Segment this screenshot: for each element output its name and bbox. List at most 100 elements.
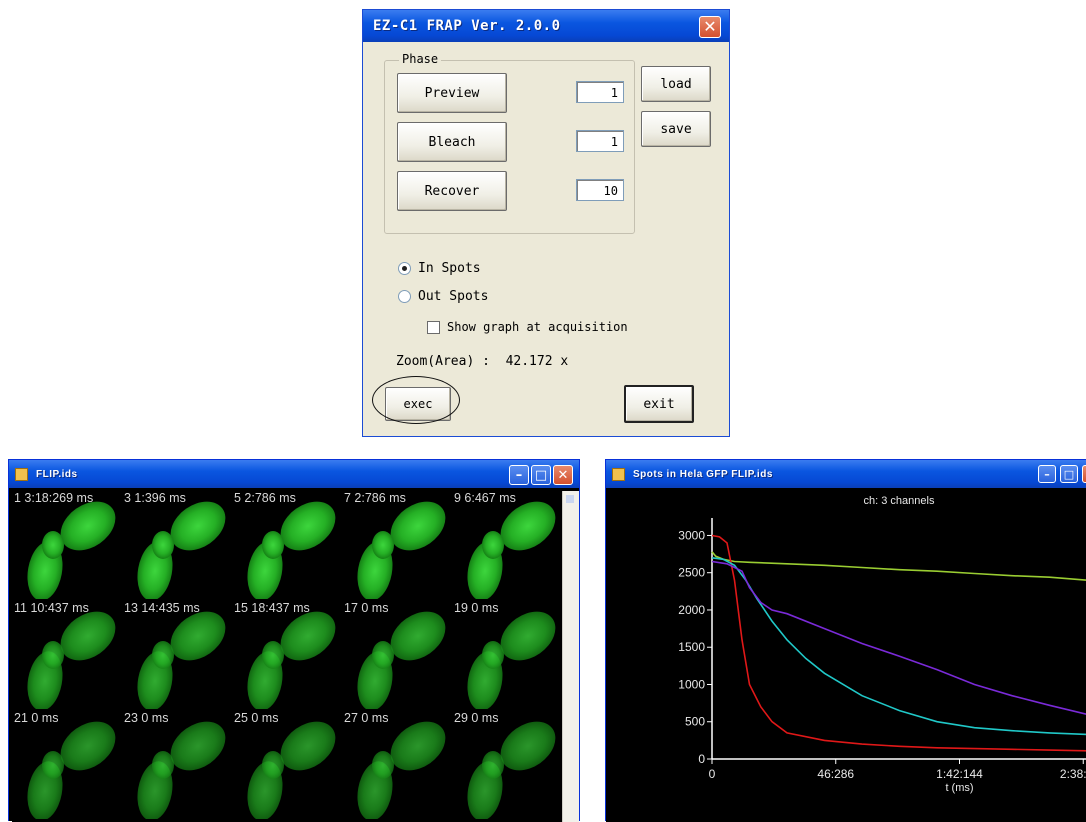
thumbnail-timestamp: 19 0 ms [454,601,499,615]
image-thumbnail[interactable]: 15 18:437 ms [232,601,342,709]
out-spots-label: Out Spots [418,289,489,304]
y-tick-label: 3000 [678,528,705,542]
preview-button[interactable]: Preview [397,73,507,113]
y-tick-label: 1000 [678,677,705,691]
x-tick-label: 0 [709,767,716,781]
radio-selected-icon [398,262,411,275]
cell-fluorescence [42,751,64,779]
image-thumbnail[interactable]: 13 14:435 ms [122,601,232,709]
thumbnail-timestamp: 1 3:18:269 ms [14,491,94,505]
y-tick-label: 2000 [678,603,705,617]
y-tick-label: 2500 [678,566,705,580]
y-tick-label: 0 [698,752,705,766]
flip-image-window: FLIP.ids – □ ✕ 1 3:18:269 ms 3 1:396 ms 5 … [8,459,580,822]
dialog-title: EZ-C1 FRAP Ver. 2.0.0 [373,18,561,34]
cell-fluorescence [372,641,394,669]
thumbnail-timestamp: 27 0 ms [344,711,389,725]
cell-fluorescence [152,531,174,559]
y-tick-label: 500 [685,715,705,729]
intensity-chart: ch: 3 channels 0 500 1000 1500 2000 2500 3000 0 4… [606,488,1086,822]
cell-fluorescence [152,641,174,669]
image-thumbnail[interactable]: 29 0 ms [452,711,562,819]
checkbox-icon [427,320,440,334]
cell-fluorescence [372,751,394,779]
image-thumbnail[interactable]: 23 0 ms [122,711,232,819]
cell-fluorescence [482,531,504,559]
thumbnail-timestamp: 21 0 ms [14,711,59,725]
cell-fluorescence [482,641,504,669]
image-thumbnail[interactable]: 27 0 ms [342,711,452,819]
exit-button[interactable]: exit [624,385,694,423]
recover-count-field[interactable]: 10 [576,179,624,201]
thumbnail-timestamp: 29 0 ms [454,711,499,725]
flip-titlebar[interactable]: FLIP.ids – □ ✕ [9,460,579,488]
thumbnail-timestamp: 3 1:396 ms [124,491,186,505]
in-spots-label: In Spots [418,261,481,276]
zoom-readout: Zoom(Area) : 42.172 x [396,354,569,369]
load-button[interactable]: load [641,66,711,102]
maximize-icon[interactable]: □ [1060,465,1078,483]
thumbnail-timestamp: 5 2:786 ms [234,491,296,505]
image-thumbnail[interactable]: 25 0 ms [232,711,342,819]
image-thumbnail[interactable]: 7 2:786 ms [342,491,452,599]
x-tick-label: 46:286 [817,767,854,781]
cell-fluorescence [42,531,64,559]
cell-fluorescence [262,531,284,559]
image-thumbnail[interactable]: 19 0 ms [452,601,562,709]
radio-unselected-icon [398,290,411,303]
cell-fluorescence [42,641,64,669]
close-icon[interactable]: ✕ [1082,465,1086,483]
maximize-icon[interactable]: □ [531,465,551,485]
image-thumbnail-grid: 1 3:18:269 ms 3 1:396 ms 5 2:786 ms 7 2:786… [12,491,563,822]
thumbnail-timestamp: 17 0 ms [344,601,389,615]
thumbnail-timestamp: 11 10:437 ms [14,601,89,615]
vertical-scrollbar[interactable] [562,491,579,822]
y-tick-label: 1500 [678,640,705,654]
spots-graph-window: Spots in Hela GFP FLIP.ids – □ ✕ ch: 3 c… [605,459,1086,822]
thumbnail-timestamp: 9 6:467 ms [454,491,516,505]
recover-button[interactable]: Recover [397,171,507,211]
bleach-count-field[interactable]: 1 [576,130,624,152]
minimize-icon[interactable]: – [509,465,529,485]
thumbnail-timestamp: 23 0 ms [124,711,169,725]
preview-count-field[interactable]: 1 [576,81,624,103]
image-thumbnail[interactable]: 1 3:18:269 ms [12,491,122,599]
x-tick-label: 1:42:144 [936,767,983,781]
cell-fluorescence [372,531,394,559]
show-graph-label: Show graph at acquisition [447,320,628,334]
thumbnail-timestamp: 7 2:786 ms [344,491,406,505]
image-thumbnail[interactable]: 5 2:786 ms [232,491,342,599]
dialog-titlebar[interactable]: EZ-C1 FRAP Ver. 2.0.0 ✕ [363,10,729,42]
image-thumbnail[interactable]: 17 0 ms [342,601,452,709]
graph-window-title: Spots in Hela GFP FLIP.ids [633,468,773,480]
scroll-up-icon[interactable] [566,495,574,503]
bleach-button[interactable]: Bleach [397,122,507,162]
save-button[interactable]: save [641,111,711,147]
x-tick-label: 2:38:234 [1060,767,1086,781]
thumbnail-timestamp: 25 0 ms [234,711,279,725]
close-icon[interactable]: ✕ [553,465,573,485]
frap-dialog: EZ-C1 FRAP Ver. 2.0.0 ✕ Phase Preview Bl… [362,9,730,437]
chart-title: ch: 3 channels [864,495,935,507]
image-thumbnail[interactable]: 11 10:437 ms [12,601,122,709]
in-spots-radio[interactable]: In Spots [398,261,481,276]
out-spots-radio[interactable]: Out Spots [398,289,488,304]
graph-titlebar[interactable]: Spots in Hela GFP FLIP.ids – □ ✕ [606,460,1086,488]
thumbnail-timestamp: 13 14:435 ms [124,601,200,615]
flip-window-title: FLIP.ids [36,468,78,480]
thumbnail-timestamp: 15 18:437 ms [234,601,310,615]
cell-fluorescence [152,751,174,779]
image-thumbnail[interactable]: 21 0 ms [12,711,122,819]
minimize-icon[interactable]: – [1038,465,1056,483]
cell-fluorescence [262,641,284,669]
image-thumbnail[interactable]: 3 1:396 ms [122,491,232,599]
close-icon[interactable]: ✕ [699,16,721,38]
image-thumbnail[interactable]: 9 6:467 ms [452,491,562,599]
x-axis-label: t (ms) [945,782,973,794]
window-icon [15,467,28,481]
phase-label: Phase [399,52,442,66]
exec-highlight-ellipse [372,376,460,424]
window-icon [612,467,625,481]
cell-fluorescence [262,751,284,779]
show-graph-checkbox[interactable]: Show graph at acquisition [427,320,628,334]
